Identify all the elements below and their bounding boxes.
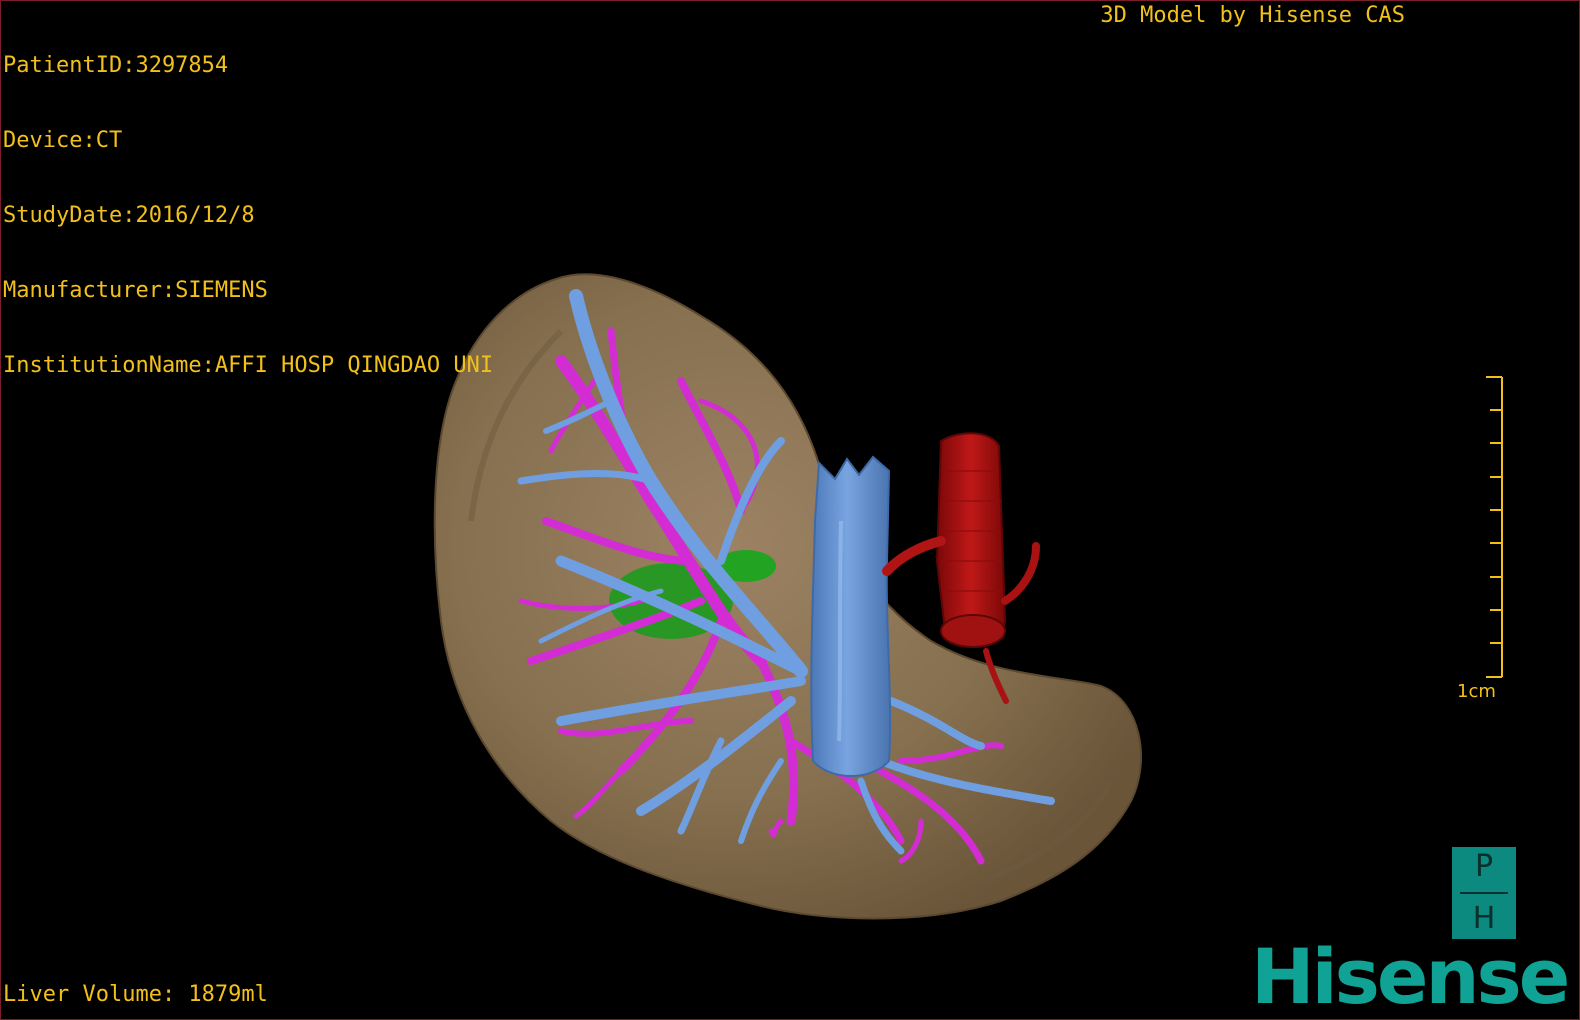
device: Device:CT bbox=[3, 128, 123, 153]
hisense-logo: Hisense bbox=[1251, 932, 1570, 1020]
scale-bar bbox=[1486, 376, 1503, 678]
ph-logo-badge: P H bbox=[1452, 847, 1516, 939]
aorta-branch-left bbox=[882, 536, 946, 576]
ivc-highlight bbox=[837, 520, 843, 742]
aorta-cut-end bbox=[940, 614, 1006, 648]
liver-volume: Liver Volume: 1879ml bbox=[3, 982, 268, 1007]
badge-letter-bottom: H bbox=[1472, 901, 1496, 936]
scale-bar-label: 1cm bbox=[1457, 681, 1496, 702]
patient-id: PatientID:3297854 bbox=[3, 53, 229, 78]
aorta-branch-right bbox=[1001, 542, 1040, 605]
badge-letter-top: P bbox=[1474, 849, 1494, 884]
badge-divider bbox=[1460, 892, 1508, 894]
dicom-metadata: PatientID:3297854 Device:CT StudyDate:20… bbox=[3, 3, 493, 428]
3d-viewport[interactable]: PatientID:3297854 Device:CT StudyDate:20… bbox=[0, 0, 1580, 1020]
model-credit: 3D Model by Hisense CAS bbox=[1100, 3, 1405, 28]
manufacturer: Manufacturer:SIEMENS bbox=[3, 278, 268, 303]
institution-name: InstitutionName:AFFI HOSP QINGDAO UNI bbox=[3, 353, 494, 378]
study-date: StudyDate:2016/12/8 bbox=[3, 203, 255, 228]
inferior-vena-cava bbox=[810, 455, 892, 777]
